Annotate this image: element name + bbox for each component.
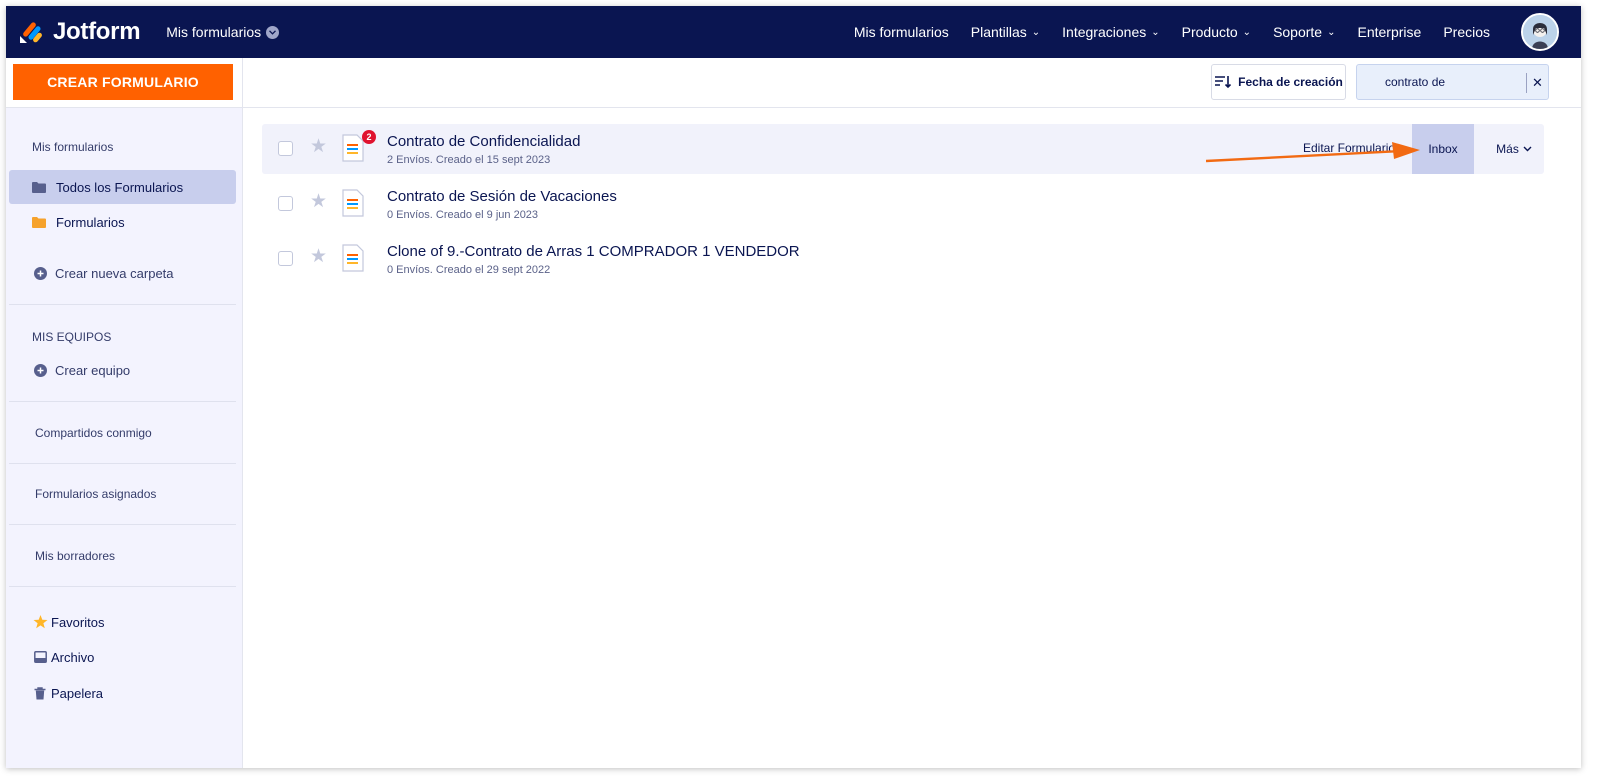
sidebar-item-label: Archivo (51, 649, 95, 665)
row-checkbox[interactable] (278, 196, 293, 211)
submission-badge: 2 (362, 130, 376, 144)
sidebar-divider (9, 401, 236, 402)
create-form-button[interactable]: CREAR FORMULARIO (13, 64, 233, 100)
more-button[interactable]: Más (1484, 124, 1544, 174)
top-navbar: Jotform Mis formularios Mis formularios … (6, 6, 1581, 58)
sort-icon (1215, 76, 1232, 89)
sidebar-item-favorites[interactable]: Favoritos (9, 605, 236, 639)
nav-soporte[interactable]: Soporte ⌄ (1262, 24, 1346, 40)
workspace-label: Mis formularios (166, 24, 262, 40)
nav-mis-formularios[interactable]: Mis formularios (843, 24, 960, 40)
form-icon (342, 244, 364, 272)
sidebar: Mis formularios Todos los Formularios Fo… (6, 108, 243, 768)
create-team-label: Crear equipo (55, 362, 131, 378)
form-title[interactable]: Clone of 9.-Contrato de Arras 1 COMPRADO… (387, 243, 800, 260)
chevron-down-icon: ⌄ (1327, 26, 1336, 38)
sidebar-item-label: Favoritos (51, 614, 105, 630)
folder-icon (31, 216, 47, 228)
chevron-down-icon (266, 25, 280, 39)
sidebar-heading: Mis formularios (32, 140, 114, 154)
main-nav: Mis formularios Plantillas ⌄ Integracione… (843, 6, 1501, 58)
archive-icon (32, 651, 48, 663)
sort-button[interactable]: Fecha de creación (1211, 64, 1346, 100)
chevron-down-icon: ⌄ (1151, 26, 1160, 38)
nav-enterprise[interactable]: Enterprise (1347, 24, 1433, 40)
form-row[interactable]: ★ Contrato de Sesión de Vacaciones 0 Env… (262, 179, 1544, 229)
star-icon (32, 615, 48, 629)
teams-heading: MIS EQUIPOS (32, 330, 112, 344)
sidebar-item-shared[interactable]: Compartidos conmigo (35, 426, 152, 440)
sidebar-item-label: Todos los Formularios (56, 179, 184, 195)
star-icon[interactable]: ★ (310, 192, 327, 211)
sidebar-divider (9, 586, 236, 587)
workspace-switcher[interactable]: Mis formularios (166, 24, 280, 40)
user-avatar[interactable] (1521, 13, 1559, 51)
avatar-illustration-icon (1523, 15, 1557, 49)
chevron-down-icon: ⌄ (1242, 26, 1252, 38)
nav-integraciones[interactable]: Integraciones ⌄ (1051, 24, 1170, 40)
nav-precios[interactable]: Precios (1432, 24, 1501, 40)
form-title[interactable]: Contrato de Confidencialidad (387, 133, 580, 150)
form-icon (342, 134, 364, 162)
trash-icon (32, 686, 48, 700)
sidebar-divider (9, 524, 236, 525)
sidebar-item-formularios[interactable]: Formularios (9, 205, 236, 239)
form-meta: 2 Envíos. Creado el 15 sept 2023 (387, 154, 551, 166)
app-window: Jotform Mis formularios Mis formularios … (6, 6, 1581, 768)
chevron-down-icon (1523, 146, 1532, 152)
star-icon[interactable]: ★ (310, 247, 327, 266)
form-row[interactable]: ★ Clone of 9.-Contrato de Arras 1 COMPRA… (262, 234, 1544, 284)
clear-search-button[interactable]: ✕ (1526, 73, 1548, 93)
sidebar-divider (9, 463, 236, 464)
search-input[interactable] (1357, 75, 1522, 89)
form-meta: 0 Envíos. Creado el 9 jun 2023 (387, 209, 539, 221)
nav-plantillas[interactable]: Plantillas ⌄ (960, 24, 1051, 40)
jotform-logo[interactable]: Jotform (18, 18, 141, 46)
sidebar-item-label: Papelera (51, 685, 104, 701)
sidebar-item-archive[interactable]: Archivo (9, 640, 236, 674)
close-icon: ✕ (1532, 75, 1543, 90)
toolbar-divider (242, 58, 243, 108)
sidebar-item-drafts[interactable]: Mis borradores (35, 549, 115, 563)
plus-circle-icon (32, 363, 48, 377)
form-title[interactable]: Contrato de Sesión de Vacaciones (387, 188, 617, 205)
sidebar-item-all-forms[interactable]: Todos los Formularios (9, 170, 236, 204)
sidebar-item-trash[interactable]: Papelera (9, 676, 236, 710)
folder-icon (31, 181, 47, 193)
form-icon (342, 189, 364, 217)
annotation-arrow-icon (1206, 142, 1420, 163)
row-checkbox[interactable] (278, 141, 293, 156)
create-team-button[interactable]: Crear equipo (9, 353, 236, 387)
create-folder-label: Crear nueva carpeta (55, 265, 174, 281)
create-folder-button[interactable]: Crear nueva carpeta (9, 256, 236, 290)
brand-name: Jotform (53, 18, 141, 45)
chevron-down-icon: ⌄ (1031, 26, 1041, 38)
form-meta: 0 Envíos. Creado el 29 sept 2022 (387, 264, 551, 276)
sidebar-item-label: Formularios (56, 214, 125, 230)
sidebar-divider (9, 304, 236, 305)
row-checkbox[interactable] (278, 251, 293, 266)
more-label: Más (1496, 142, 1519, 156)
search-field[interactable]: ✕ (1356, 64, 1549, 100)
plus-circle-icon (32, 266, 48, 280)
sidebar-item-assigned[interactable]: Formularios asignados (35, 487, 156, 501)
nav-producto[interactable]: Producto ⌄ (1171, 24, 1262, 40)
jotform-logo-icon (20, 22, 42, 43)
star-icon[interactable]: ★ (310, 137, 327, 156)
sort-label: Fecha de creación (1238, 75, 1343, 89)
